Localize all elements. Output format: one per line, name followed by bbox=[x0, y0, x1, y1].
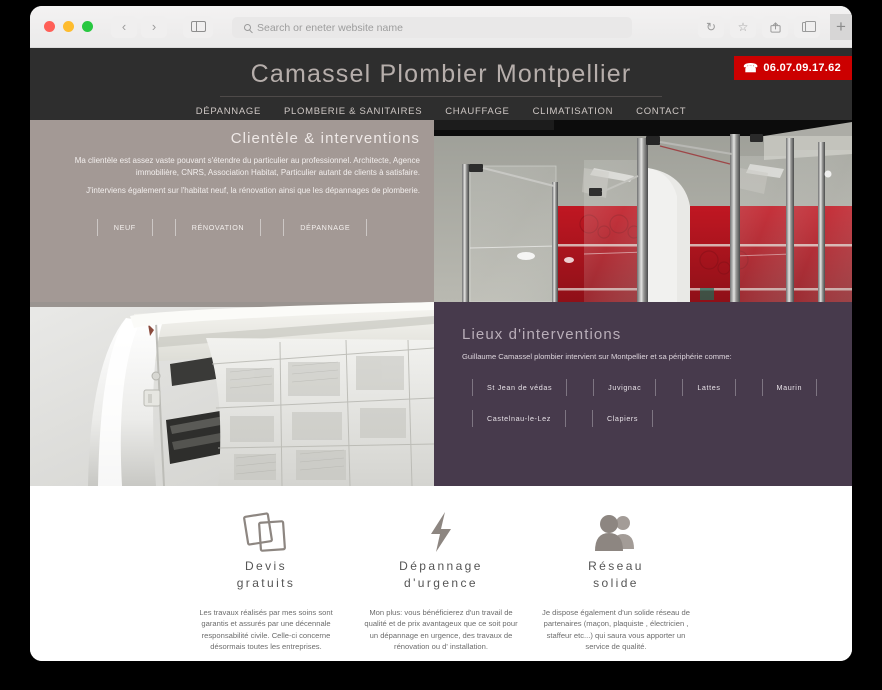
telephone-icon: ☎ bbox=[743, 61, 759, 75]
lieux-subtitle: Guillaume Camassel plombier intervient s… bbox=[462, 352, 732, 361]
phone-badge[interactable]: ☎ 06.07.09.17.62 bbox=[734, 56, 852, 80]
tag-depannage[interactable]: DÉPANNAGE bbox=[283, 219, 368, 237]
clientele-paragraph-1: Ma clientèle est assez vaste pouvant s'é… bbox=[74, 156, 420, 178]
people-icon bbox=[537, 506, 696, 558]
tabs-glyph bbox=[802, 20, 816, 32]
nav-item-contact[interactable]: CONTACT bbox=[636, 106, 686, 117]
tag-maurin[interactable]: Maurin bbox=[761, 378, 818, 396]
feature-devis-gratuits: Devis gratuits Les travaux réalisés par … bbox=[179, 506, 354, 661]
feature-title-line2: solide bbox=[593, 576, 639, 591]
share-glyph bbox=[769, 21, 781, 33]
lightning-bolt-icon bbox=[362, 506, 521, 558]
sidebar-toggle-icon[interactable] bbox=[183, 15, 213, 38]
back-icon[interactable]: ‹ bbox=[111, 15, 137, 38]
browser-toolbar: ‹ › Search or eneter website name ↻ ☆ + bbox=[30, 6, 852, 48]
share-icon[interactable] bbox=[762, 16, 788, 38]
lieux-tags-row-1: St Jean de védas Juvignac Lattes Maurin bbox=[448, 378, 838, 396]
navigation-buttons: ‹ › bbox=[111, 15, 167, 38]
lieux-title: Lieux d'interventions bbox=[462, 326, 622, 343]
feature-title-line1: Devis bbox=[244, 559, 287, 573]
tabs-overview-icon[interactable] bbox=[794, 16, 820, 38]
browser-window: ‹ › Search or eneter website name ↻ ☆ + bbox=[30, 6, 852, 661]
new-tab-button[interactable]: + bbox=[830, 14, 852, 40]
tag-neuf[interactable]: NEUF bbox=[96, 219, 153, 237]
minimize-window-button[interactable] bbox=[63, 21, 74, 32]
tag-st-jean-de-vedas[interactable]: St Jean de védas bbox=[472, 378, 568, 396]
nav-item-depannage[interactable]: DÉPANNAGE bbox=[196, 106, 261, 117]
features-section: Devis gratuits Les travaux réalisés par … bbox=[30, 486, 852, 661]
forward-icon[interactable]: › bbox=[141, 15, 167, 38]
tag-castelnau-le-lez[interactable]: Castelnau-le-Lez bbox=[472, 409, 566, 427]
search-placeholder: Search or eneter website name bbox=[257, 21, 403, 34]
clientele-paragraph-2: J'interviens également sur l'habitat neu… bbox=[86, 185, 420, 195]
tag-renovation[interactable]: RÉNOVATION bbox=[174, 219, 262, 237]
clientele-tags: NEUF RÉNOVATION DÉPANNAGE bbox=[44, 219, 420, 237]
lieux-panel: Lieux d'interventions Guillaume Camassel… bbox=[434, 302, 852, 486]
lieux-tags-row-2: Castelnau-le-Lez Clapiers bbox=[448, 409, 838, 427]
feature-title: Dépannage d'urgence bbox=[362, 558, 521, 593]
content-grid: Clientèle & interventions Ma clientèle e… bbox=[30, 120, 852, 486]
air-conditioner-photo bbox=[30, 302, 434, 486]
feature-depannage-urgence: Dépannage d'urgence Mon plus: vous bénéf… bbox=[354, 506, 529, 661]
close-window-button[interactable] bbox=[44, 21, 55, 32]
clientele-title: Clientèle & interventions bbox=[230, 130, 420, 147]
window-controls bbox=[44, 21, 93, 32]
page-title: Camassel Plombier Montpellier bbox=[220, 54, 662, 97]
nav-item-climatisation[interactable]: CLIMATISATION bbox=[533, 106, 614, 117]
toolbar-actions: ↻ ☆ bbox=[698, 16, 820, 38]
feature-title-line2: gratuits bbox=[236, 576, 296, 591]
feature-title: Devis gratuits bbox=[187, 558, 346, 593]
search-input[interactable]: Search or eneter website name bbox=[232, 17, 632, 38]
shower-photo bbox=[434, 120, 852, 302]
sidebar-glyph bbox=[190, 21, 206, 32]
site-header: Camassel Plombier Montpellier DÉPANNAGE … bbox=[30, 48, 852, 120]
clientele-body: Ma clientèle est assez vaste pouvant s'é… bbox=[44, 155, 420, 197]
tag-juvignac[interactable]: Juvignac bbox=[593, 378, 657, 396]
feature-title-line1: Réseau bbox=[588, 559, 644, 573]
feature-text: Mon plus: vous bénéficierez d'un travail… bbox=[364, 607, 518, 651]
tag-lattes[interactable]: Lattes bbox=[682, 378, 736, 396]
main-navigation: DÉPANNAGE PLOMBERIE & SANITAIRES CHAUFFA… bbox=[30, 97, 852, 117]
feature-reseau-solide: Réseau solide Je dispose également d'un … bbox=[529, 506, 704, 661]
shower-photo-image bbox=[434, 120, 852, 302]
documents-icon bbox=[187, 506, 346, 558]
maximize-window-button[interactable] bbox=[82, 21, 93, 32]
bookmark-star-icon[interactable]: ☆ bbox=[730, 16, 756, 38]
feature-title-line1: Dépannage bbox=[399, 559, 483, 573]
search-icon bbox=[244, 24, 251, 31]
feature-text: Je dispose également d'un solide réseau … bbox=[542, 607, 690, 651]
tag-clapiers[interactable]: Clapiers bbox=[591, 409, 654, 427]
clientele-panel: Clientèle & interventions Ma clientèle e… bbox=[30, 120, 434, 302]
feature-title-line2: d'urgence bbox=[404, 576, 478, 591]
phone-number: 06.07.09.17.62 bbox=[763, 62, 841, 74]
nav-item-plomberie[interactable]: PLOMBERIE & SANITAIRES bbox=[284, 106, 422, 117]
air-conditioner-image bbox=[30, 302, 434, 486]
feature-text: Les travaux réalisés par mes soins sont … bbox=[199, 607, 333, 651]
feature-title: Réseau solide bbox=[537, 558, 696, 593]
nav-item-chauffage[interactable]: CHAUFFAGE bbox=[445, 106, 509, 117]
reload-icon[interactable]: ↻ bbox=[698, 16, 724, 38]
